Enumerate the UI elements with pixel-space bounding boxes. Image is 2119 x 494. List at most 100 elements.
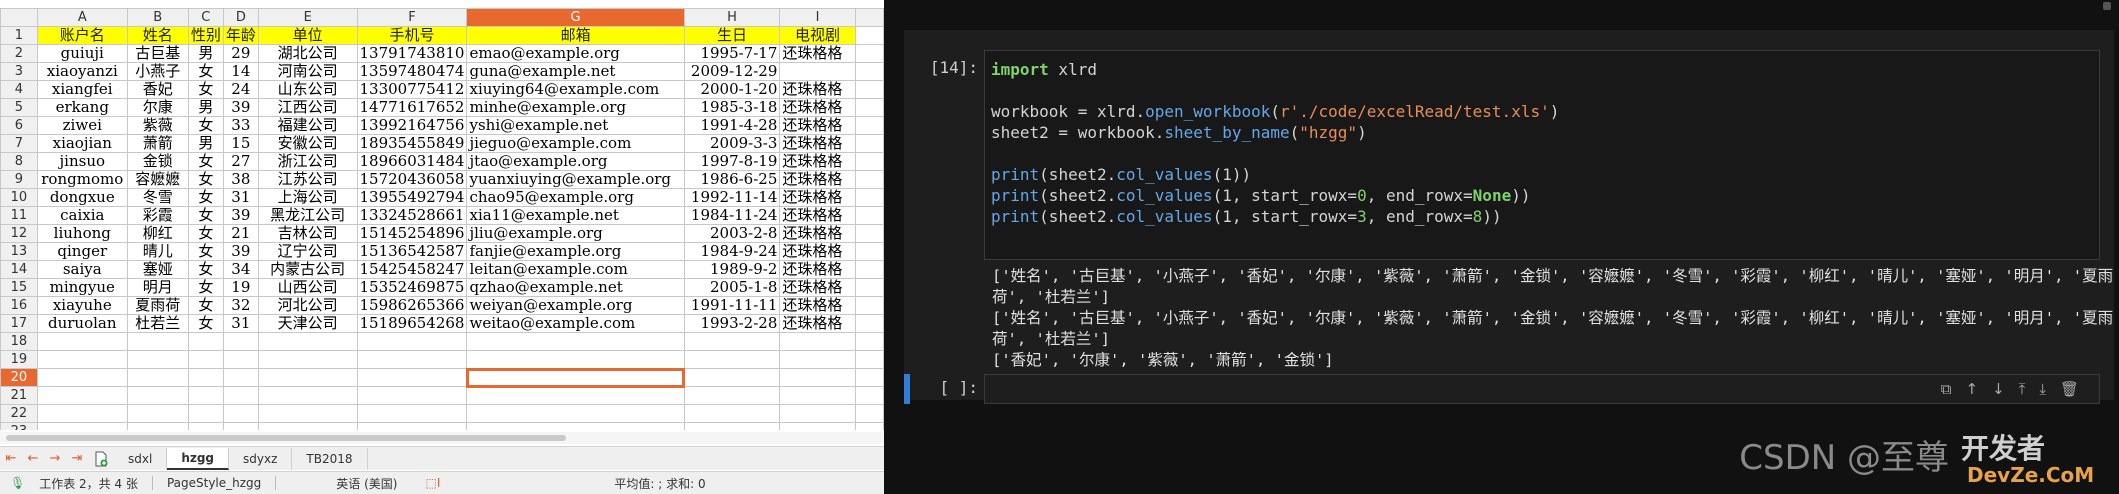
cell[interactable] xyxy=(854,152,884,171)
cell[interactable]: 18966031484 xyxy=(356,152,468,171)
cell[interactable]: 13791743810 xyxy=(356,44,468,63)
cell[interactable]: 金锁 xyxy=(126,152,189,171)
cell[interactable]: xiaoyanzi xyxy=(36,62,128,81)
cell[interactable]: 男 xyxy=(187,134,224,153)
cell[interactable]: 女 xyxy=(187,296,224,315)
cell[interactable]: 性别 xyxy=(187,26,224,45)
cell[interactable]: chao95@example.org xyxy=(466,188,685,207)
cell[interactable]: 天津公司 xyxy=(257,314,358,333)
cell[interactable]: 萧箭 xyxy=(126,134,189,153)
cell[interactable] xyxy=(36,350,128,369)
cell[interactable]: 还珠格格 xyxy=(779,152,856,171)
cell[interactable]: guna@example.net xyxy=(466,62,685,81)
row-header[interactable]: 12 xyxy=(0,224,38,243)
cell[interactable] xyxy=(222,422,259,430)
scrollbar-thumb[interactable] xyxy=(6,435,566,441)
cell[interactable]: 安徽公司 xyxy=(257,134,358,153)
cell[interactable] xyxy=(257,332,358,351)
cell[interactable] xyxy=(854,206,884,225)
cell[interactable]: 还珠格格 xyxy=(779,278,856,297)
row-header[interactable]: 21 xyxy=(0,386,38,405)
column-header-h[interactable]: H xyxy=(683,8,781,27)
cell[interactable] xyxy=(683,332,781,351)
cell[interactable] xyxy=(356,404,468,423)
cell[interactable] xyxy=(36,368,128,387)
row-header[interactable]: 17 xyxy=(0,314,38,333)
cell[interactable] xyxy=(779,62,856,81)
cell[interactable]: 明月 xyxy=(126,278,189,297)
cell[interactable] xyxy=(466,350,685,369)
cell[interactable] xyxy=(222,386,259,405)
cell[interactable]: 男 xyxy=(187,98,224,117)
cell[interactable]: 古巨基 xyxy=(126,44,189,63)
prev-sheet-icon[interactable]: ← xyxy=(22,448,44,470)
cell[interactable]: 1989-9-2 xyxy=(683,260,781,279)
cell[interactable]: qinger xyxy=(36,242,128,261)
cell[interactable]: 女 xyxy=(187,206,224,225)
cell[interactable]: 38 xyxy=(222,170,259,189)
cell[interactable]: 小燕子 xyxy=(126,62,189,81)
cell[interactable] xyxy=(257,404,358,423)
cell[interactable]: 上海公司 xyxy=(257,188,358,207)
cell[interactable]: 姓名 xyxy=(126,26,189,45)
cell[interactable] xyxy=(257,422,358,430)
cell[interactable] xyxy=(779,422,856,430)
cell[interactable]: 福建公司 xyxy=(257,116,358,135)
selection-summary[interactable]: 平均值: ; 求和: 0 xyxy=(454,475,719,492)
cell[interactable]: yshi@example.net xyxy=(466,116,685,135)
cell[interactable]: 邮箱 xyxy=(466,26,685,45)
cell[interactable]: 江西公司 xyxy=(257,98,358,117)
cell[interactable] xyxy=(854,224,884,243)
column-header-g[interactable]: G xyxy=(466,8,685,27)
tab-sdyxz[interactable]: sdyxz xyxy=(229,447,293,470)
cell[interactable]: 女 xyxy=(187,80,224,99)
cell[interactable]: 手机号 xyxy=(356,26,468,45)
cell[interactable]: 女 xyxy=(187,260,224,279)
cell[interactable]: 29 xyxy=(222,44,259,63)
cell[interactable]: 湖北公司 xyxy=(257,44,358,63)
cell[interactable]: 还珠格格 xyxy=(779,260,856,279)
cell[interactable] xyxy=(36,404,128,423)
cell[interactable] xyxy=(126,350,189,369)
cell[interactable]: erkang xyxy=(36,98,128,117)
row-header[interactable]: 9 xyxy=(0,170,38,189)
cell[interactable]: 女 xyxy=(187,278,224,297)
cell[interactable]: 浙江公司 xyxy=(257,152,358,171)
cell[interactable]: 15425458247 xyxy=(356,260,468,279)
cell[interactable]: 还珠格格 xyxy=(779,80,856,99)
cell[interactable]: 男 xyxy=(187,44,224,63)
cell[interactable]: 39 xyxy=(222,242,259,261)
empty-code-cell[interactable]: [ ]: ⧉ ↑ ↓ ⤒ ⤓ 🗑 xyxy=(904,374,2114,404)
cell[interactable]: 电视剧 xyxy=(779,26,856,45)
cell[interactable] xyxy=(222,332,259,351)
cell[interactable]: yuanxiuying@example.org xyxy=(466,170,685,189)
cell[interactable] xyxy=(683,368,781,387)
row-header[interactable]: 10 xyxy=(0,188,38,207)
cell[interactable] xyxy=(356,368,468,387)
cell[interactable] xyxy=(466,386,685,405)
cell[interactable]: emao@example.org xyxy=(466,44,685,63)
cell[interactable]: 34 xyxy=(222,260,259,279)
cell[interactable] xyxy=(126,386,189,405)
cell[interactable]: 2005-1-8 xyxy=(683,278,781,297)
cell[interactable] xyxy=(356,422,468,430)
cell[interactable]: 19 xyxy=(222,278,259,297)
cell[interactable] xyxy=(854,116,884,135)
cell[interactable] xyxy=(466,332,685,351)
row-header[interactable]: 7 xyxy=(0,134,38,153)
cell[interactable] xyxy=(683,404,781,423)
cell[interactable]: mingyue xyxy=(36,278,128,297)
row-header[interactable]: 18 xyxy=(0,332,38,351)
insert-mode-icon[interactable]: ⬚I xyxy=(411,476,454,490)
cell[interactable]: 还珠格格 xyxy=(779,98,856,117)
cell[interactable]: 生日 xyxy=(683,26,781,45)
cell[interactable] xyxy=(356,386,468,405)
cell[interactable]: qzhao@example.net xyxy=(466,278,685,297)
cell[interactable]: 容嬷嬷 xyxy=(126,170,189,189)
cell[interactable]: 女 xyxy=(187,62,224,81)
page-style[interactable]: PageStyle_hzgg xyxy=(153,476,275,490)
cell[interactable]: 1991-4-28 xyxy=(683,116,781,135)
cell[interactable]: jinsuo xyxy=(36,152,128,171)
last-sheet-icon[interactable]: ⇥ xyxy=(66,448,88,470)
cell-table[interactable]: A B C D E F G H I 1 账户名 姓名 性别 年龄 单位 手机号 … xyxy=(0,8,884,430)
